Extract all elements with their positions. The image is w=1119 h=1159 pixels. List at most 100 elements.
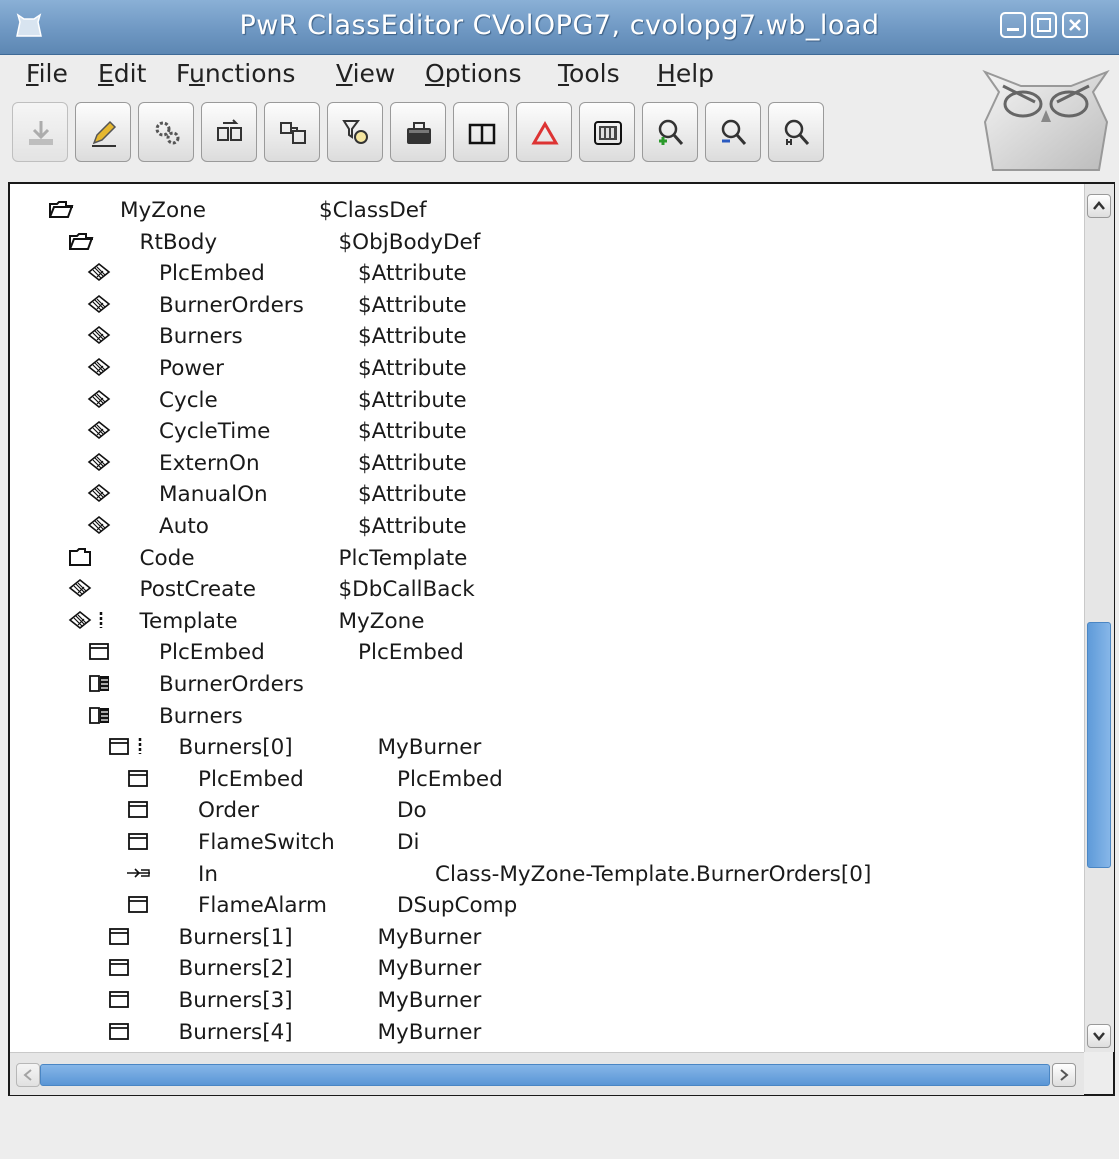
- horizontal-scroll-thumb[interactable]: [40, 1064, 1050, 1086]
- tree-row-name: Cycle: [159, 387, 218, 413]
- two-panes-button[interactable]: [453, 102, 509, 162]
- build-button[interactable]: [138, 102, 194, 162]
- tree-row[interactable]: Power $Attribute: [10, 354, 1080, 386]
- tree-row[interactable]: Burners $Attribute: [10, 322, 1080, 354]
- folder-open-icon[interactable]: [68, 230, 94, 258]
- alarm-button[interactable]: [516, 102, 572, 162]
- object-display-button[interactable]: [579, 102, 635, 162]
- move-objects-button[interactable]: [201, 102, 257, 162]
- tree-row[interactable]: Burners[4] MyBurner: [10, 1018, 1080, 1050]
- object-icon[interactable]: [126, 798, 152, 826]
- tree-row-class: MyBurner: [377, 1019, 482, 1045]
- tree-row[interactable]: PlcEmbed $Attribute: [10, 259, 1080, 291]
- tree-row-name: FlameSwitch: [198, 830, 335, 855]
- tree-row[interactable]: FlameSwitch Di: [10, 828, 1080, 860]
- scroll-up-button[interactable]: [1087, 194, 1111, 218]
- attribute-icon[interactable]: [87, 293, 113, 321]
- tree-row[interactable]: Burners[2] MyBurner: [10, 954, 1080, 986]
- menu-options[interactable]: Options: [425, 59, 521, 88]
- scroll-down-button[interactable]: [1087, 1024, 1111, 1048]
- menu-tools[interactable]: Tools: [558, 59, 620, 88]
- tree-row[interactable]: Cycle $Attribute: [10, 386, 1080, 418]
- attribute-icon[interactable]: [87, 514, 113, 542]
- folder-open-icon[interactable]: [48, 198, 74, 226]
- tree-row[interactable]: Burners[1] MyBurner: [10, 923, 1080, 955]
- tree-row[interactable]: In Class-MyZone-Template.BurnerOrders[0]: [10, 860, 1080, 892]
- attribute-icon[interactable]: [87, 451, 113, 479]
- create-objects-button[interactable]: [264, 102, 320, 162]
- object-icon[interactable]: [126, 830, 152, 858]
- tree-row[interactable]: BurnerOrders: [10, 670, 1080, 702]
- tree-row[interactable]: Template MyZone: [10, 607, 1080, 639]
- vertical-scrollbar[interactable]: [1084, 184, 1114, 1052]
- array-icon[interactable]: [87, 672, 113, 700]
- tree-row[interactable]: BurnerOrders $Attribute: [10, 291, 1080, 323]
- object-icon[interactable]: [107, 925, 133, 953]
- attribute-icon[interactable]: [68, 609, 110, 637]
- tree-row[interactable]: Burners[0] MyBurner: [10, 733, 1080, 765]
- object-icon[interactable]: [107, 735, 149, 763]
- object-tree[interactable]: MyZone $ClassDef RtBody $ObjBodyDef PlcEmbed…: [10, 184, 1082, 1052]
- attribute-icon[interactable]: [87, 482, 113, 510]
- case-button[interactable]: [390, 102, 446, 162]
- object-icon[interactable]: [87, 640, 113, 668]
- input-connection-icon[interactable]: [126, 862, 152, 890]
- zoom-out-button[interactable]: [705, 102, 761, 162]
- tree-row[interactable]: Order Do: [10, 796, 1080, 828]
- object-icon[interactable]: [107, 956, 133, 984]
- scroll-left-button[interactable]: [16, 1063, 40, 1087]
- attribute-icon[interactable]: [87, 324, 113, 352]
- menu-view[interactable]: View: [336, 59, 395, 88]
- edit-button[interactable]: [75, 102, 131, 162]
- attribute-icon[interactable]: [68, 577, 94, 605]
- attribute-icon[interactable]: [87, 261, 113, 289]
- tree-row-class: MyZone: [338, 608, 425, 634]
- tree-row[interactable]: Code PlcTemplate: [10, 544, 1080, 576]
- object-icon[interactable]: [126, 767, 152, 795]
- save-button[interactable]: [12, 102, 68, 162]
- folder-icon[interactable]: [68, 546, 94, 574]
- tree-row[interactable]: ExternOn $Attribute: [10, 449, 1080, 481]
- filter-button[interactable]: [327, 102, 383, 162]
- tree-row-class: $Attribute: [358, 419, 467, 445]
- tree-row[interactable]: Burners: [10, 702, 1080, 734]
- tree-row-class: DSupComp: [397, 893, 518, 919]
- tree-row-class: MyBurner: [377, 988, 482, 1013]
- horizontal-scrollbar[interactable]: [10, 1052, 1084, 1095]
- menu-help[interactable]: Help: [657, 59, 714, 88]
- close-button[interactable]: [1062, 12, 1088, 38]
- tree-row-class: $Attribute: [358, 514, 467, 539]
- tree-row-class: $ObjBodyDef: [338, 229, 481, 255]
- tree-row[interactable]: ManualOn $Attribute: [10, 480, 1080, 512]
- object-icon[interactable]: [107, 988, 133, 1016]
- attribute-icon[interactable]: [87, 388, 113, 416]
- attribute-icon[interactable]: [87, 356, 113, 384]
- tree-row[interactable]: RtBody $ObjBodyDef: [10, 228, 1080, 260]
- object-icon[interactable]: [107, 1020, 133, 1048]
- minimize-button[interactable]: [1000, 12, 1026, 38]
- tree-row-class: $Attribute: [358, 450, 467, 476]
- tree-row-name: Burners[4]: [178, 1019, 293, 1045]
- title-bar[interactable]: PwR ClassEditor CVolOPG7, cvolopg7.wb_lo…: [0, 0, 1119, 55]
- attribute-icon[interactable]: [87, 419, 113, 447]
- two-panes-icon: [468, 123, 496, 145]
- tree-row[interactable]: CycleTime $Attribute: [10, 417, 1080, 449]
- menu-file[interactable]: File: [26, 59, 68, 88]
- tree-row[interactable]: Burners[3] MyBurner: [10, 986, 1080, 1018]
- object-icon[interactable]: [126, 893, 152, 921]
- maximize-button[interactable]: [1031, 12, 1057, 38]
- menu-edit[interactable]: Edit: [98, 59, 146, 88]
- zoom-in-button[interactable]: [642, 102, 698, 162]
- tree-row[interactable]: PostCreate $DbCallBack: [10, 575, 1080, 607]
- zoom-reset-button[interactable]: [768, 102, 824, 162]
- tree-row[interactable]: MyZone $ClassDef: [10, 196, 1080, 228]
- array-icon[interactable]: [87, 704, 113, 732]
- scroll-right-button[interactable]: [1052, 1063, 1076, 1087]
- tree-row[interactable]: Auto $Attribute: [10, 512, 1080, 544]
- menu-functions[interactable]: Functions: [176, 59, 295, 88]
- tree-row[interactable]: PlcEmbed PlcEmbed: [10, 638, 1080, 670]
- tree-row[interactable]: PlcEmbed PlcEmbed: [10, 765, 1080, 797]
- tree-row[interactable]: FlameAlarm DSupComp: [10, 891, 1080, 923]
- vertical-scroll-thumb[interactable]: [1087, 622, 1111, 868]
- chevron-down-icon: [1093, 1032, 1105, 1041]
